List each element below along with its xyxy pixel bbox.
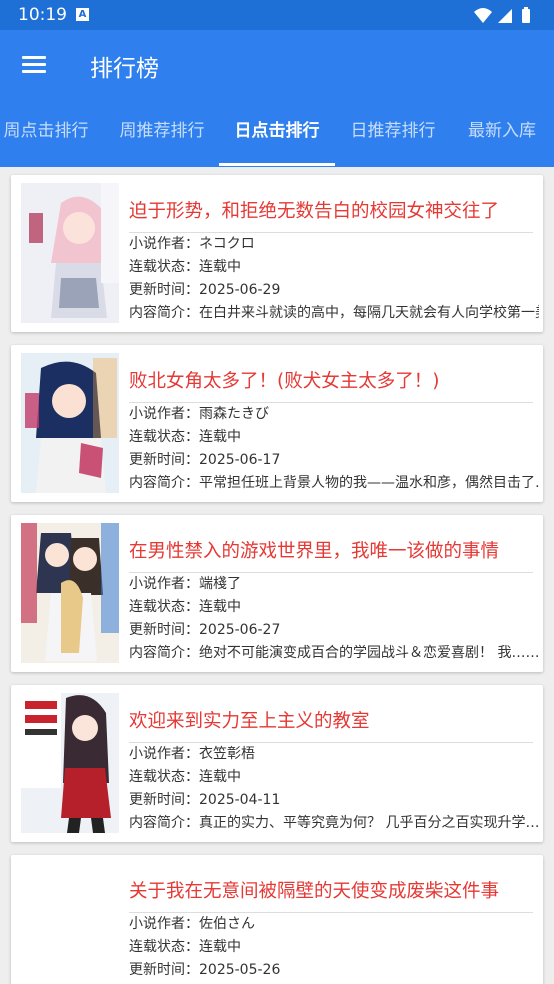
book-title[interactable]: 迫于形势，和拒绝无数告白的校园女神交往了	[129, 197, 533, 223]
updated-value: 2025-06-29	[199, 282, 281, 298]
book-cover[interactable]	[21, 863, 119, 984]
status-row: 连载状态：连载中	[129, 599, 241, 615]
book-card[interactable]: 欢迎来到实力至上主义的教室 小说作者：衣笠彰梧 连载状态：连载中 更新时间：20…	[11, 685, 543, 842]
author-row: 小说作者：ネコクロ	[129, 236, 255, 252]
status-row: 连载状态：连载中	[129, 259, 241, 275]
status-row: 连载状态：连载中	[129, 429, 241, 445]
summary-value: 绝对不可能演变成百合的学园战斗＆恋爱喜剧！ 我……	[199, 645, 539, 661]
updated-value: 2025-06-27	[199, 622, 281, 638]
summary-row: 内容简介：真正的实力、平等究竟为何？ 几乎百分之百实现升学……	[129, 812, 539, 832]
book-title[interactable]: 关于我在无意间被隔壁的天使变成废柴这件事	[129, 877, 533, 903]
updated-row: 更新时间：2025-06-27	[129, 622, 281, 638]
author-value: 衣笠彰梧	[199, 746, 255, 762]
book-cover[interactable]	[21, 693, 119, 833]
book-card[interactable]: 关于我在无意间被隔壁的天使变成废柴这件事 小说作者：佐伯さん 连载状态：连载中 …	[11, 855, 543, 984]
summary-row: 内容简介：绝对不可能演变成百合的学园战斗＆恋爱喜剧！ 我……	[129, 645, 539, 661]
app-bar: 排行榜 周点击排行 周推荐排行 日点击排行 日推荐排行 最新入库	[0, 30, 554, 167]
updated-value: 2025-04-11	[199, 792, 281, 808]
updated-row: 更新时间：2025-04-11	[129, 792, 281, 808]
book-cover[interactable]	[21, 353, 119, 493]
summary-value: 在白井来斗就读的高中，每隔几天就会有人向学校第一美少女告白……	[199, 305, 539, 321]
status-row: 连载状态：连载中	[129, 939, 241, 955]
summary-value: 真正的实力、平等究竟为何？ 几乎百分之百实现升学……	[199, 815, 539, 831]
wifi-icon	[474, 8, 492, 23]
updated-row: 更新时间：2025-06-29	[129, 282, 281, 298]
summary-value: 平常担任班上背景人物的我——温水和彦，偶然目击了……	[199, 475, 539, 491]
author-value: 佐伯さん	[199, 916, 255, 932]
status-time: 10:19	[18, 5, 67, 25]
status-value: 连载中	[199, 599, 241, 615]
battery-icon	[522, 7, 530, 23]
status-value: 连载中	[199, 939, 241, 955]
book-cover[interactable]	[21, 523, 119, 663]
book-list[interactable]: 迫于形势，和拒绝无数告白的校园女神交往了 小说作者：ネコクロ 连载状态：连载中 …	[0, 167, 554, 984]
author-value: ネコクロ	[199, 236, 255, 252]
author-row: 小说作者：佐伯さん	[129, 916, 255, 932]
book-title[interactable]: 欢迎来到实力至上主义的教室	[129, 707, 533, 733]
book-title[interactable]: 败北女角太多了！(败犬女主太多了！)	[129, 367, 533, 393]
tab-daily-recommend[interactable]: 日推荐排行	[345, 104, 441, 167]
status-bar: 10:19 A	[0, 0, 554, 30]
notification-icon: A	[76, 8, 89, 21]
book-cover[interactable]	[21, 183, 119, 323]
status-row: 连载状态：连载中	[129, 769, 241, 785]
book-title[interactable]: 在男性禁入的游戏世界里，我唯一该做的事情	[129, 537, 533, 563]
menu-icon[interactable]	[16, 46, 52, 82]
signal-icon	[498, 9, 512, 23]
updated-value: 2025-05-26	[199, 962, 281, 978]
page-title: 排行榜	[90, 56, 159, 82]
tab-bar: 周点击排行 周推荐排行 日点击排行 日推荐排行 最新入库	[0, 104, 554, 167]
system-icons	[474, 7, 530, 23]
tab-newest[interactable]: 最新入库	[462, 104, 542, 167]
tab-indicator	[219, 163, 335, 166]
author-row: 小说作者：衣笠彰梧	[129, 746, 255, 762]
status-value: 连载中	[199, 769, 241, 785]
summary-row: 内容简介：在白井来斗就读的高中，每隔几天就会有人向学校第一美少女告白……	[129, 302, 539, 322]
author-value: 端棧了	[199, 576, 241, 592]
status-value: 连载中	[199, 259, 241, 275]
book-card[interactable]: 败北女角太多了！(败犬女主太多了！) 小说作者：雨森たきび 连载状态：连载中 更…	[11, 345, 543, 502]
tab-weekly-recommend[interactable]: 周推荐排行	[114, 104, 210, 167]
updated-row: 更新时间：2025-05-26	[129, 962, 281, 978]
updated-value: 2025-06-17	[199, 452, 281, 468]
book-card[interactable]: 迫于形势，和拒绝无数告白的校园女神交往了 小说作者：ネコクロ 连载状态：连载中 …	[11, 175, 543, 332]
status-value: 连载中	[199, 429, 241, 445]
author-value: 雨森たきび	[199, 406, 269, 422]
book-card[interactable]: 在男性禁入的游戏世界里，我唯一该做的事情 小说作者：端棧了 连载状态：连载中 更…	[11, 515, 543, 672]
summary-row: 内容简介：平常担任班上背景人物的我——温水和彦，偶然目击了……	[129, 472, 539, 492]
tab-daily-clicks[interactable]: 日点击排行	[229, 104, 325, 167]
author-row: 小说作者：端棧了	[129, 576, 241, 592]
tab-weekly-clicks[interactable]: 周点击排行	[0, 104, 94, 167]
updated-row: 更新时间：2025-06-17	[129, 452, 281, 468]
author-row: 小说作者：雨森たきび	[129, 406, 269, 422]
